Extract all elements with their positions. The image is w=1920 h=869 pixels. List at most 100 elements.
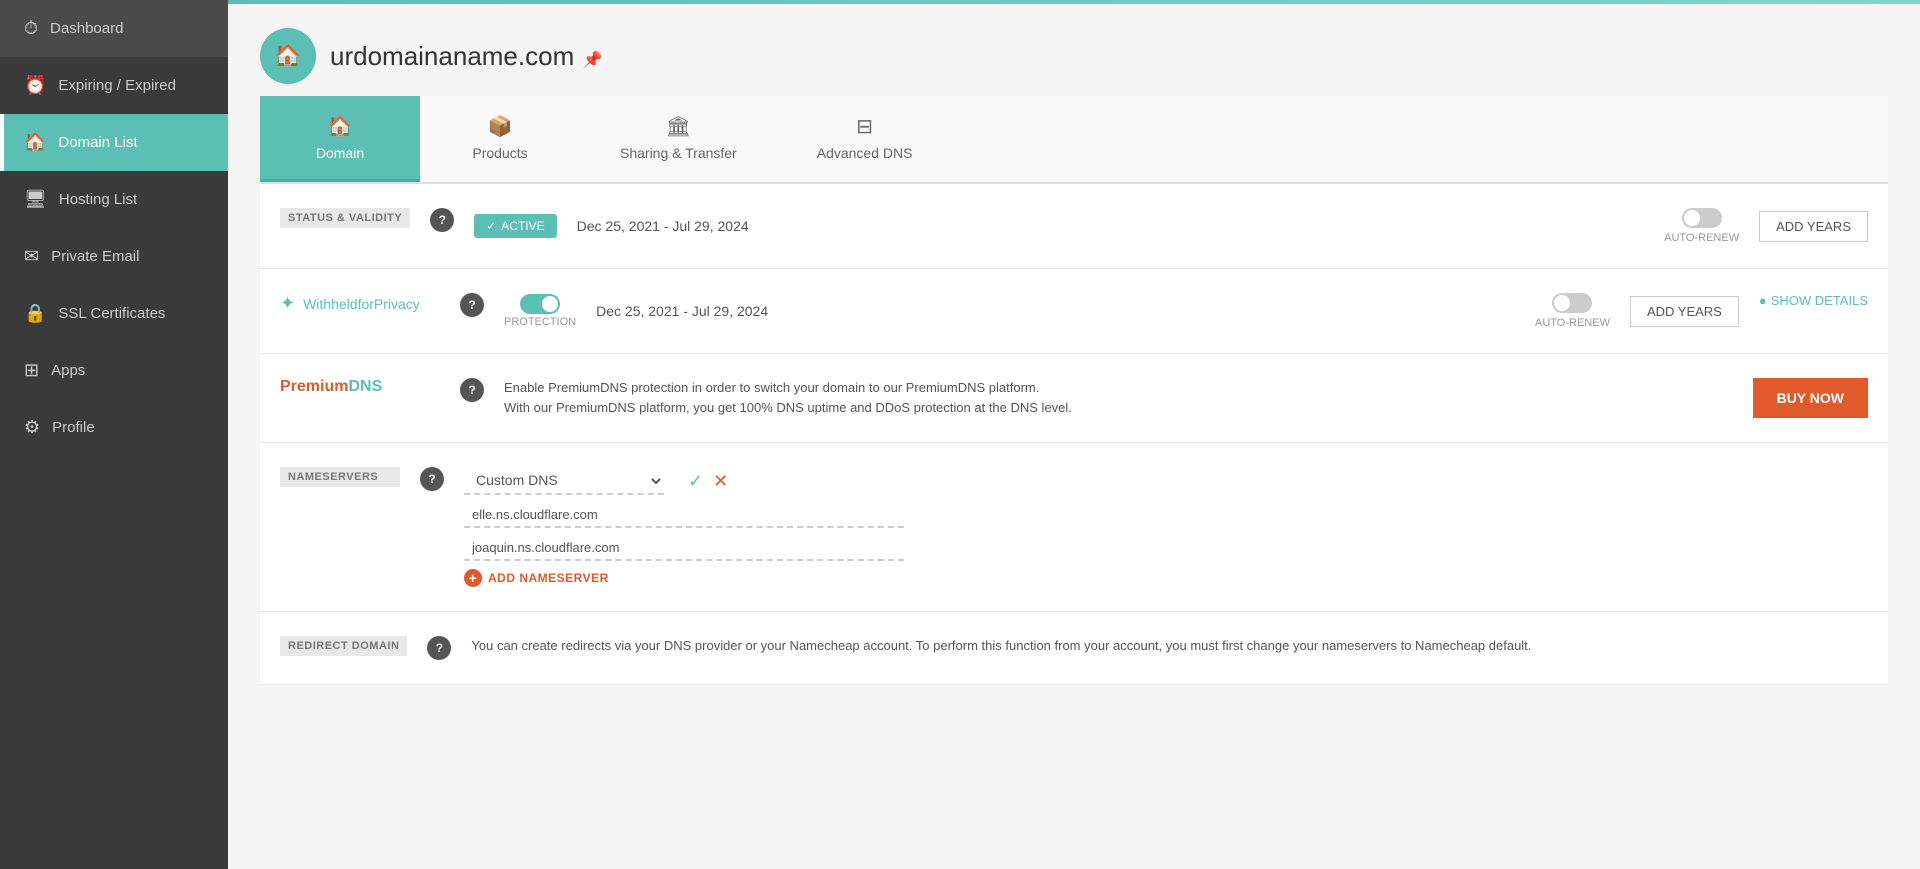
tab-sharing-icon: 🏛 <box>666 114 691 139</box>
sidebar-label-profile: Profile <box>52 419 95 436</box>
privacy-brand: ✦ WithheldforPrivacy <box>280 293 440 314</box>
status-text: ACTIVE <box>501 219 544 233</box>
private-email-icon: ✉ <box>24 246 39 267</box>
privacy-auto-renew-toggle[interactable] <box>1552 293 1592 313</box>
protection-label: PROTECTION <box>504 316 576 328</box>
ssl-certificates-icon: 🔒 <box>24 303 46 324</box>
sidebar-item-ssl-certificates[interactable]: 🔒 SSL Certificates <box>0 285 228 342</box>
tab-dns-icon: ⊟ <box>856 114 873 139</box>
nameservers-section: NAMESERVERS ? Custom DNS Namecheap Basic… <box>260 443 1888 612</box>
nameserver-2-input[interactable] <box>464 536 904 561</box>
tab-advanced-dns[interactable]: ⊟ Advanced DNS <box>777 96 953 182</box>
nameservers-label: NAMESERVERS <box>280 467 400 487</box>
tab-products-icon: 📦 <box>488 114 513 139</box>
status-auto-renew-label: AUTO-RENEW <box>1664 232 1739 244</box>
add-nameserver-label: ADD NAMESERVER <box>488 571 609 585</box>
premium-help-btn[interactable]: ? <box>460 378 484 402</box>
privacy-brand-name: WithheldforPrivacy <box>303 296 420 312</box>
premium-dns-brand: PremiumDNS <box>280 378 440 396</box>
redirect-domain-section: REDIRECT DOMAIN ? You can create redirec… <box>260 612 1888 685</box>
hosting-list-icon: 🖥 <box>24 189 47 210</box>
sidebar-item-domain-list[interactable]: 🏠 Domain List <box>0 114 228 171</box>
redirect-domain-description: You can create redirects via your DNS pr… <box>471 636 1868 657</box>
sidebar-item-expiring[interactable]: ⏰ Expiring / Expired <box>0 57 228 114</box>
status-date-range: Dec 25, 2021 - Jul 29, 2024 <box>577 218 1644 234</box>
expiring-icon: ⏰ <box>24 75 46 96</box>
domain-header: 🏠 urdomainaname.com 📌 <box>260 28 1888 84</box>
ns-cancel-icon[interactable]: ✕ <box>713 471 728 492</box>
status-auto-renew-toggle[interactable] <box>1682 208 1722 228</box>
privacy-auto-renew-label: AUTO-RENEW <box>1535 317 1610 329</box>
sidebar-label-dashboard: Dashboard <box>50 20 123 37</box>
privacy-date-range: Dec 25, 2021 - Jul 29, 2024 <box>596 303 1515 319</box>
status-help-btn[interactable]: ? <box>430 208 454 232</box>
tab-domain[interactable]: 🏠 Domain <box>260 96 420 182</box>
domain-list-icon: 🏠 <box>24 132 46 153</box>
sidebar-label-domain-list: Domain List <box>58 134 137 151</box>
add-ns-icon: + <box>464 569 482 587</box>
add-nameserver-btn[interactable]: + ADD NAMESERVER <box>464 569 1868 587</box>
sidebar-item-apps[interactable]: ⊞ Apps <box>0 342 228 399</box>
protection-group: PROTECTION <box>504 294 576 328</box>
privacy-section: ✦ WithheldforPrivacy ? PROTECTION Dec 25… <box>260 269 1888 354</box>
sidebar-label-ssl-certificates: SSL Certificates <box>58 305 165 322</box>
tabs-bar: 🏠 Domain 📦 Products 🏛 Sharing & Transfer… <box>260 96 1888 184</box>
tab-domain-label: Domain <box>316 145 364 161</box>
show-details-text: SHOW DETAILS <box>1771 293 1868 308</box>
sidebar-label-apps: Apps <box>51 362 85 379</box>
privacy-row: PROTECTION Dec 25, 2021 - Jul 29, 2024 A… <box>504 293 1739 329</box>
dashboard-icon: ⏱ <box>24 18 38 39</box>
premium-desc-line1: Enable PremiumDNS protection in order to… <box>504 378 1733 398</box>
domain-icon: 🏠 <box>260 28 316 84</box>
sidebar: ⏱ Dashboard ⏰ Expiring / Expired 🏠 Domain Lis… <box>0 0 228 869</box>
tab-sharing-transfer[interactable]: 🏛 Sharing & Transfer <box>580 96 777 182</box>
show-details-arrow: ● <box>1759 293 1767 308</box>
premium-brand-part1: Premium <box>280 378 348 395</box>
ns-actions: ✓ ✕ <box>688 471 728 492</box>
status-badge: ✓ ACTIVE <box>474 214 556 238</box>
pin-icon[interactable]: 📌 <box>583 52 603 69</box>
check-icon: ✓ <box>486 219 496 233</box>
status-add-years-btn[interactable]: ADD YEARS <box>1759 211 1868 242</box>
status-validity-label: STATUS & VALIDITY <box>280 208 410 228</box>
premium-dns-section: PremiumDNS ? Enable PremiumDNS protectio… <box>260 354 1888 443</box>
sidebar-label-private-email: Private Email <box>51 248 139 265</box>
privacy-add-years-btn[interactable]: ADD YEARS <box>1630 296 1739 327</box>
show-details-link[interactable]: ● SHOW DETAILS <box>1759 293 1868 308</box>
redirect-domain-label: REDIRECT DOMAIN <box>280 636 407 656</box>
ns-confirm-icon[interactable]: ✓ <box>688 471 703 492</box>
nameservers-help-btn[interactable]: ? <box>420 467 444 491</box>
privacy-help-btn[interactable]: ? <box>460 293 484 317</box>
tab-sharing-label: Sharing & Transfer <box>620 145 737 161</box>
sidebar-label-hosting-list: Hosting List <box>59 191 137 208</box>
tab-advanced-dns-label: Advanced DNS <box>817 145 913 161</box>
buy-now-btn[interactable]: BUY NOW <box>1753 378 1868 418</box>
status-auto-renew-group: AUTO-RENEW <box>1664 208 1739 244</box>
ns-type-select[interactable]: Custom DNS Namecheap BasicDNS <box>464 467 664 495</box>
profile-icon: ⚙ <box>24 417 40 438</box>
premium-dns-description: Enable PremiumDNS protection in order to… <box>504 378 1733 417</box>
status-validity-section: STATUS & VALIDITY ? ✓ ACTIVE Dec 25, 202… <box>260 184 1888 269</box>
privacy-star-icon: ✦ <box>280 293 295 314</box>
sidebar-item-private-email[interactable]: ✉ Private Email <box>0 228 228 285</box>
main-content: 🏠 urdomainaname.com 📌 🏠 Domain 📦 Product… <box>228 0 1920 869</box>
sidebar-label-expiring: Expiring / Expired <box>58 77 176 94</box>
tab-domain-icon: 🏠 <box>328 114 353 139</box>
privacy-auto-renew-group: AUTO-RENEW <box>1535 293 1610 329</box>
sidebar-item-dashboard[interactable]: ⏱ Dashboard <box>0 0 228 57</box>
redirect-help-btn[interactable]: ? <box>427 636 451 660</box>
apps-icon: ⊞ <box>24 360 39 381</box>
premium-brand-part2: DNS <box>348 378 382 395</box>
sidebar-item-profile[interactable]: ⚙ Profile <box>0 399 228 456</box>
ns-dropdown-row: Custom DNS Namecheap BasicDNS ✓ ✕ <box>464 467 1868 495</box>
sidebar-item-hosting-list[interactable]: 🖥 Hosting List <box>0 171 228 228</box>
privacy-brand-wrapper: ✦ WithheldforPrivacy <box>280 293 440 314</box>
nameserver-1-input[interactable] <box>464 503 904 528</box>
protection-toggle[interactable] <box>520 294 560 314</box>
premium-desc-line2: With our PremiumDNS platform, you get 10… <box>504 398 1733 418</box>
tab-products[interactable]: 📦 Products <box>420 96 580 182</box>
nameservers-content: Custom DNS Namecheap BasicDNS ✓ ✕ + ADD … <box>464 467 1868 587</box>
content-area: 🏠 urdomainaname.com 📌 🏠 Domain 📦 Product… <box>228 4 1920 709</box>
tab-products-label: Products <box>472 145 527 161</box>
domain-title: urdomainaname.com <box>330 41 574 71</box>
